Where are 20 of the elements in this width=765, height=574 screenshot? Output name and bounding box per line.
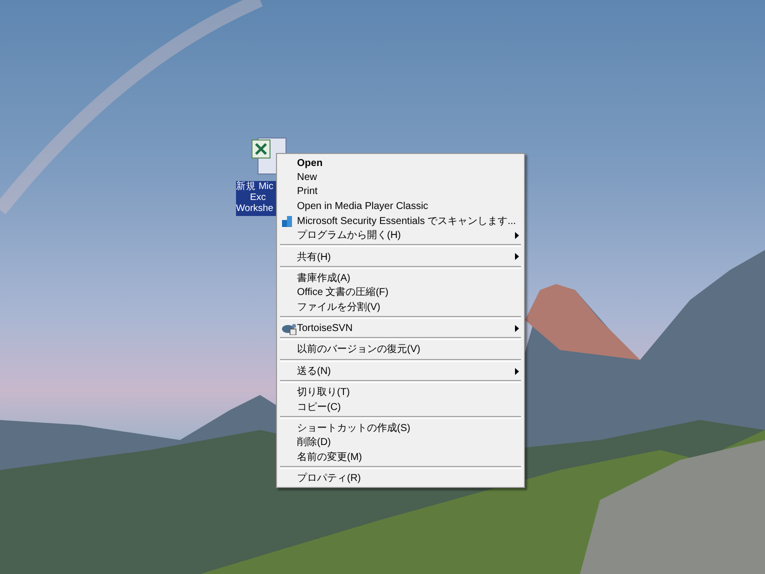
menu-item[interactable]: 名前の変更(M) <box>279 450 522 464</box>
menu-item[interactable]: Office 文書の圧縮(F) <box>279 285 522 300</box>
menu-item[interactable]: Open in Media Player Classic <box>279 199 522 214</box>
menu-item[interactable]: Open <box>279 156 522 170</box>
menu-item[interactable]: ファイルを分割(V) <box>279 300 522 314</box>
menu-item[interactable]: ショートカットの作成(S) <box>279 420 522 436</box>
menu-item[interactable]: 切り取り(T) <box>279 385 522 400</box>
menu-item[interactable]: New <box>279 170 522 185</box>
menu-item[interactable]: コピー(C) <box>279 399 522 414</box>
menu-item[interactable]: Print <box>279 184 522 200</box>
menu-item[interactable]: TortoiseSVN <box>279 320 522 336</box>
menu-item[interactable]: プロパティ(R) <box>279 471 522 486</box>
menu-item[interactable]: 以前のバージョンの復元(V) <box>279 342 522 357</box>
menu-item[interactable]: 書庫作成(A) <box>279 270 522 286</box>
file-name-label[interactable]: 新規 Mic Exc Workshe <box>236 181 276 216</box>
menu-item[interactable]: 共有(H) <box>279 249 522 264</box>
menu-item[interactable]: 削除(D) <box>279 435 522 450</box>
menu-item[interactable]: Microsoft Security Essentials でスキャンします... <box>279 214 522 228</box>
menu-item[interactable]: 送る(N) <box>279 364 522 378</box>
menu-item[interactable]: プログラムから開く(H) <box>279 228 522 242</box>
